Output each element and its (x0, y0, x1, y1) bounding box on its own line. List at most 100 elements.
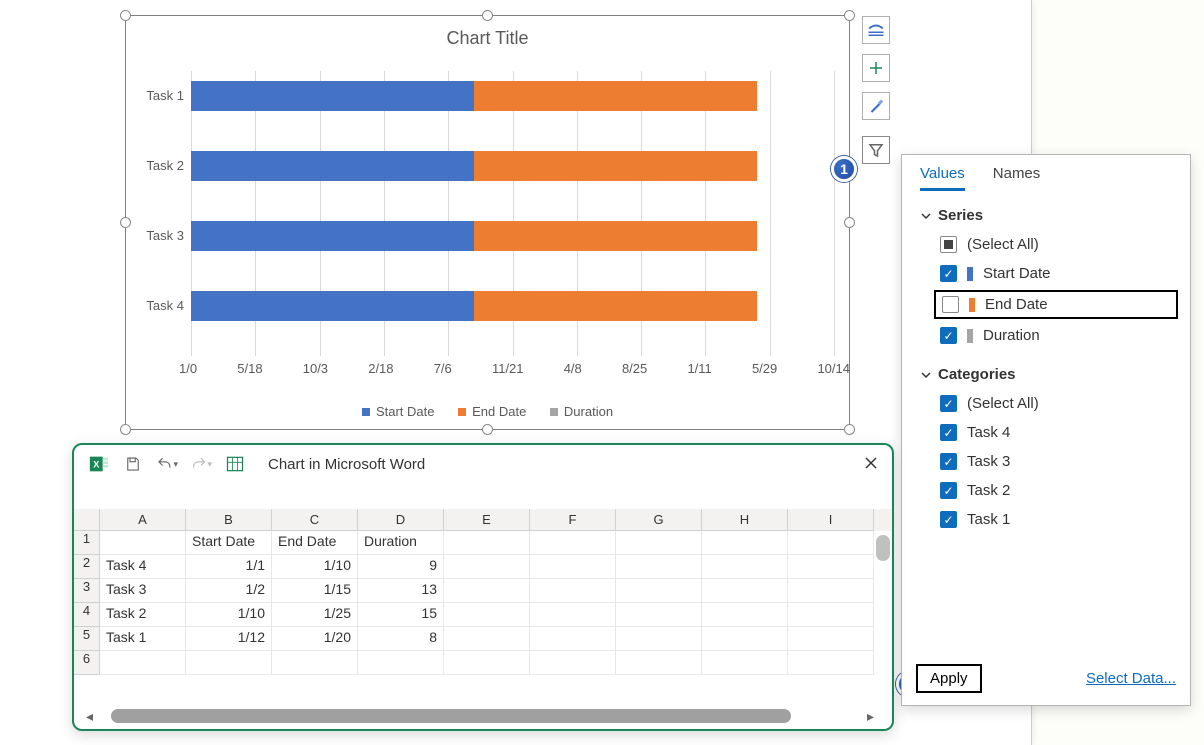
cell[interactable]: 1/2 (186, 579, 272, 603)
resize-handle[interactable] (482, 424, 493, 435)
cell[interactable] (444, 627, 530, 651)
cell[interactable] (788, 555, 874, 579)
cell[interactable] (788, 579, 874, 603)
cell[interactable] (788, 531, 874, 555)
cell[interactable]: Start Date (186, 531, 272, 555)
cell[interactable] (530, 651, 616, 675)
cell[interactable] (788, 603, 874, 627)
cell[interactable]: Task 2 (100, 603, 186, 627)
cell[interactable]: 1/25 (272, 603, 358, 627)
edit-data-button[interactable] (224, 453, 246, 475)
cell[interactable] (444, 651, 530, 675)
chart-elements-button[interactable] (862, 54, 890, 82)
series-item-start-date[interactable]: Start Date (902, 259, 1190, 288)
series-item-end-date[interactable]: End Date (934, 290, 1178, 319)
cell[interactable]: 13 (358, 579, 444, 603)
col-header[interactable]: H (702, 509, 788, 531)
cell[interactable] (616, 603, 702, 627)
cell[interactable] (616, 627, 702, 651)
category-item-task2[interactable]: Task 2 (902, 476, 1190, 505)
col-header[interactable]: F (530, 509, 616, 531)
cell[interactable] (702, 603, 788, 627)
spreadsheet-grid[interactable]: A B C D E F G H I 1 Start Date End Date … (74, 509, 892, 675)
cell[interactable] (444, 555, 530, 579)
cell[interactable] (530, 555, 616, 579)
row-header[interactable]: 2 (74, 555, 100, 579)
categories-section-header[interactable]: Categories (902, 350, 1190, 389)
bar-segment-start[interactable] (191, 291, 474, 321)
cell[interactable]: 1/10 (272, 555, 358, 579)
bar-segment-end[interactable] (474, 151, 757, 181)
horizontal-scrollbar[interactable]: ◂ ▸ (86, 709, 874, 723)
cell[interactable] (272, 651, 358, 675)
undo-button[interactable]: ▾ (156, 453, 178, 475)
cell[interactable] (616, 651, 702, 675)
chart-styles-button[interactable] (862, 92, 890, 120)
col-header[interactable]: C (272, 509, 358, 531)
tab-names[interactable]: Names (993, 165, 1041, 191)
bar-segment-end[interactable] (474, 81, 757, 111)
layout-options-button[interactable] (862, 16, 890, 44)
cell[interactable] (530, 531, 616, 555)
col-header[interactable]: D (358, 509, 444, 531)
cell[interactable] (530, 603, 616, 627)
cell[interactable] (186, 651, 272, 675)
cell[interactable] (100, 651, 186, 675)
cell[interactable]: Task 1 (100, 627, 186, 651)
cell[interactable] (702, 579, 788, 603)
category-item-task4[interactable]: Task 4 (902, 418, 1190, 447)
cell[interactable] (702, 651, 788, 675)
col-header[interactable]: B (186, 509, 272, 531)
bar-segment-start[interactable] (191, 151, 474, 181)
series-select-all[interactable]: (Select All) (902, 230, 1190, 259)
select-data-link[interactable]: Select Data... (1086, 670, 1176, 687)
chart-legend[interactable]: Start Date End Date Duration (126, 404, 849, 420)
cell[interactable] (788, 651, 874, 675)
col-header[interactable]: I (788, 509, 874, 531)
cell[interactable] (702, 627, 788, 651)
cell[interactable]: 1/12 (186, 627, 272, 651)
vertical-scrollbar[interactable] (876, 535, 890, 561)
cell[interactable] (702, 531, 788, 555)
resize-handle[interactable] (120, 424, 131, 435)
category-select-all[interactable]: (Select All) (902, 389, 1190, 418)
cell[interactable] (702, 555, 788, 579)
cell[interactable] (358, 651, 444, 675)
redo-button[interactable]: ▾ (190, 453, 212, 475)
cell[interactable]: 9 (358, 555, 444, 579)
chart-title[interactable]: Chart Title (126, 28, 849, 49)
resize-handle[interactable] (482, 10, 493, 21)
cell[interactable] (444, 603, 530, 627)
row-header[interactable]: 4 (74, 603, 100, 627)
bar-segment-end[interactable] (474, 221, 757, 251)
chart-object[interactable]: Chart Title Task 1 Task 2 Task 3 Task 4 (125, 15, 850, 430)
cell[interactable] (616, 555, 702, 579)
resize-handle[interactable] (844, 424, 855, 435)
cell[interactable]: 1/20 (272, 627, 358, 651)
col-header[interactable]: E (444, 509, 530, 531)
bar-segment-start[interactable] (191, 81, 474, 111)
close-button[interactable] (864, 454, 878, 475)
cell[interactable]: 8 (358, 627, 444, 651)
cell[interactable]: Task 4 (100, 555, 186, 579)
tab-values[interactable]: Values (920, 165, 965, 191)
cell[interactable]: Task 3 (100, 579, 186, 603)
cell[interactable]: 1/15 (272, 579, 358, 603)
row-header[interactable]: 3 (74, 579, 100, 603)
cell[interactable] (788, 627, 874, 651)
series-item-duration[interactable]: Duration (902, 321, 1190, 350)
cell[interactable]: Duration (358, 531, 444, 555)
col-header[interactable]: A (100, 509, 186, 531)
cell[interactable]: End Date (272, 531, 358, 555)
col-header[interactable]: G (616, 509, 702, 531)
save-button[interactable] (122, 453, 144, 475)
cell[interactable]: 15 (358, 603, 444, 627)
cell[interactable] (100, 531, 186, 555)
cell[interactable]: 1/1 (186, 555, 272, 579)
cell[interactable] (616, 579, 702, 603)
resize-handle[interactable] (844, 10, 855, 21)
cell[interactable] (616, 531, 702, 555)
bar-segment-start[interactable] (191, 221, 474, 251)
series-section-header[interactable]: Series (902, 191, 1190, 230)
bar-segment-end[interactable] (474, 291, 757, 321)
